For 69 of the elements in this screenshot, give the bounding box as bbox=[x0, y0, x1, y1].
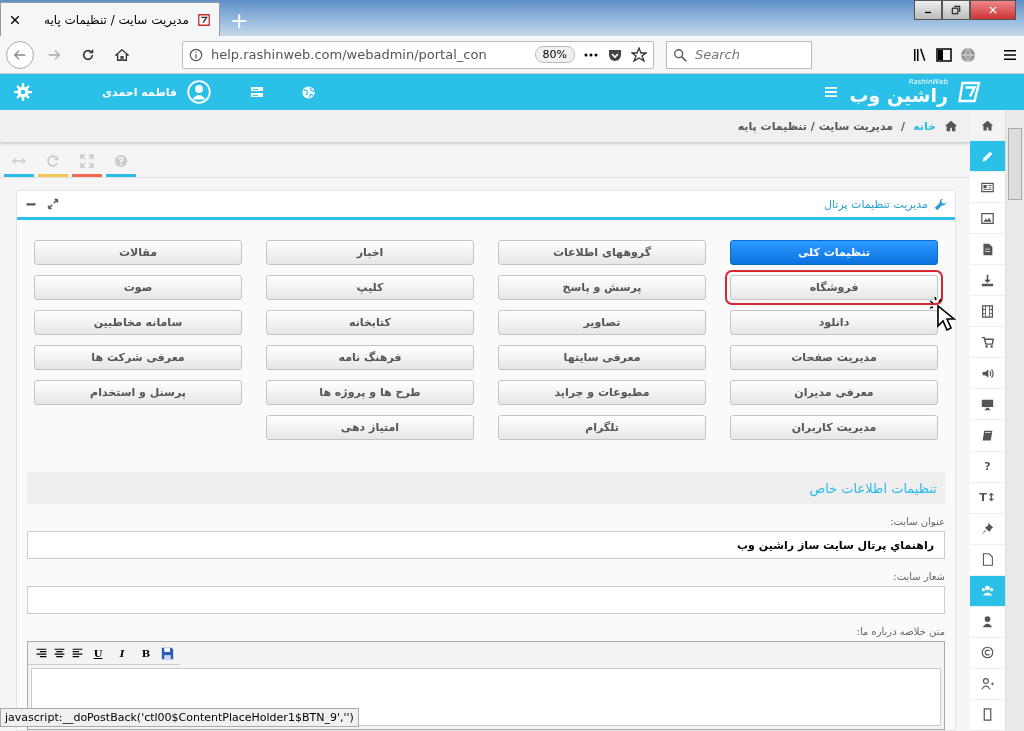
restore-icon bbox=[951, 5, 961, 15]
format-button[interactable]: I bbox=[114, 645, 130, 661]
expand-icon[interactable] bbox=[47, 198, 59, 210]
phone-icon bbox=[981, 708, 994, 722]
close-icon bbox=[988, 5, 998, 15]
speaker-icon bbox=[981, 366, 994, 380]
settings-icon bbox=[14, 83, 32, 101]
url-text: help.rashinweb.com/webadmin/portal_con bbox=[211, 47, 488, 62]
section-title: تنظیمات اطلاعات خاص bbox=[27, 472, 945, 504]
user-icon bbox=[981, 615, 994, 629]
group-icon bbox=[981, 584, 994, 598]
document-icon bbox=[981, 242, 994, 256]
home-icon bbox=[115, 47, 129, 62]
logo-text: راشین وب bbox=[849, 86, 948, 105]
format-button[interactable]: U bbox=[90, 645, 106, 661]
field-label: شعار سایت: bbox=[892, 571, 945, 582]
format-button[interactable]: B bbox=[138, 645, 154, 661]
zoom-badge[interactable]: 80% bbox=[534, 46, 575, 63]
field-label: عنوان سایت: bbox=[889, 516, 945, 527]
align-center-icon[interactable] bbox=[52, 646, 66, 660]
cart-icon bbox=[981, 335, 994, 349]
info-icon bbox=[189, 47, 203, 62]
scrollbar[interactable] bbox=[1005, 110, 1024, 731]
breadcrumb-separator: / bbox=[901, 119, 906, 133]
book-icon bbox=[981, 429, 994, 442]
minimize-button[interactable] bbox=[914, 0, 942, 20]
reload-icon bbox=[81, 47, 95, 62]
refresh-icon bbox=[46, 154, 60, 168]
input-field[interactable]: راهنماي پرتال سايت ساز راشين وب bbox=[27, 531, 945, 559]
align-left-icon[interactable] bbox=[70, 646, 84, 660]
film-icon bbox=[981, 304, 994, 318]
sidebar-icon[interactable] bbox=[936, 46, 952, 63]
home-icon[interactable] bbox=[944, 119, 958, 133]
left-arrow-icon bbox=[13, 47, 27, 62]
sidebar-item[interactable] bbox=[970, 110, 1005, 142]
input-field[interactable] bbox=[27, 586, 945, 614]
copyright-icon bbox=[981, 646, 994, 660]
panel-title: مدیریت تنظیمات پرتال bbox=[824, 197, 928, 211]
site-logo-icon bbox=[197, 12, 211, 27]
library-icon[interactable] bbox=[912, 46, 928, 63]
search-field[interactable]: Search bbox=[666, 40, 812, 69]
newspaper-icon bbox=[981, 180, 994, 194]
logo-mark-icon bbox=[958, 80, 982, 104]
breadcrumb-current: مدیریت سایت / تنظیمات پایه bbox=[737, 119, 894, 133]
user-plus-icon bbox=[981, 677, 994, 691]
home-icon bbox=[981, 118, 994, 132]
align-right-icon[interactable] bbox=[34, 646, 48, 660]
save-icon[interactable] bbox=[160, 646, 174, 660]
pin-icon bbox=[981, 522, 994, 536]
help-icon bbox=[114, 154, 128, 168]
restore-button[interactable] bbox=[942, 0, 970, 20]
tab-title: مدیریت سایت / تنظیمات پایه bbox=[42, 12, 189, 27]
expand-icon bbox=[80, 154, 94, 168]
browser-tab[interactable]: مدیریت سایت / تنظیمات پایه bbox=[0, 2, 220, 36]
search-icon bbox=[673, 47, 687, 62]
image-icon bbox=[981, 211, 994, 225]
monitor-icon bbox=[981, 397, 994, 411]
page-icon bbox=[981, 553, 994, 567]
wrench-icon bbox=[934, 197, 947, 211]
download-icon bbox=[981, 273, 994, 287]
star-icon[interactable] bbox=[631, 46, 647, 63]
address-bar[interactable]: help.rashinweb.com/webadmin/portal_con 80% bbox=[182, 40, 654, 69]
right-arrow-icon bbox=[47, 47, 61, 62]
field-label: متن خلاصه درباره ما: bbox=[855, 626, 945, 637]
status-bar: javascript:__doPostBack('ctl00$ContentPlaceHolder1$BTN_9','') bbox=[0, 708, 359, 727]
module-button[interactable]: فروشگاه bbox=[725, 270, 943, 305]
globe-icon[interactable] bbox=[960, 46, 976, 63]
pencil-icon bbox=[981, 149, 994, 163]
close-icon[interactable] bbox=[9, 13, 21, 26]
